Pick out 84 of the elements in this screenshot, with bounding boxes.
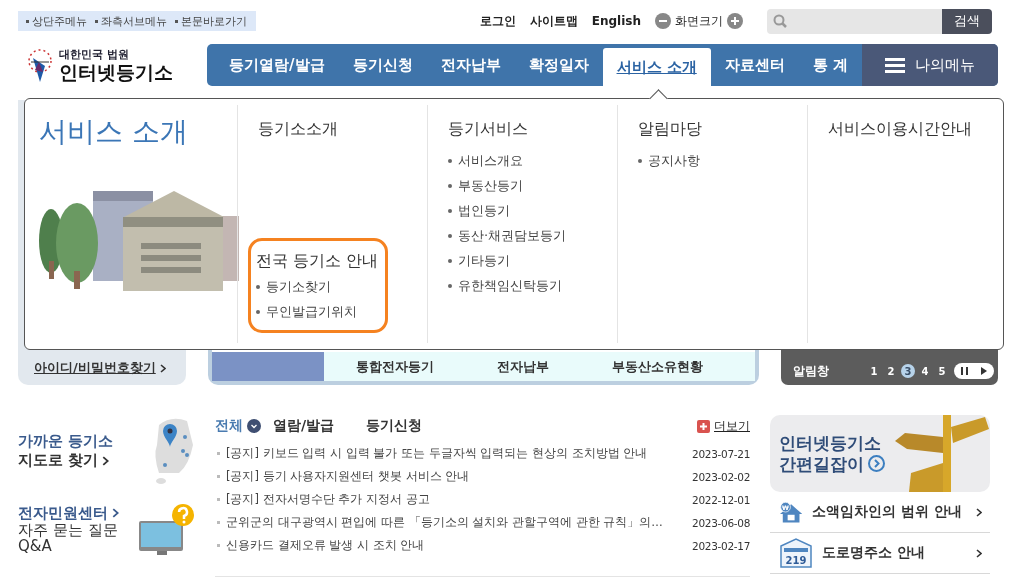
guide-link[interactable]: 219 도로명주소 안내 — [770, 533, 990, 574]
nav-tab[interactable]: 등기신청 — [338, 44, 427, 86]
notice-link[interactable]: [공지] 등기 사용자지원센터 챗봇 서비스 안내 — [217, 469, 692, 484]
menu-heading[interactable]: 등기서비스 — [448, 119, 617, 140]
menu-heading[interactable]: 등기소소개 — [258, 119, 427, 140]
chevron-right-icon — [976, 507, 982, 517]
news-tab[interactable]: 등기신청 — [366, 417, 423, 435]
search-icon — [773, 14, 787, 28]
zoom-label: 화면크기 — [675, 12, 723, 30]
zoom-out-button[interactable] — [655, 13, 671, 29]
chevron-circle-icon — [868, 454, 885, 472]
plus-icon — [731, 17, 739, 25]
notice-date: 2023-02-02 — [692, 470, 750, 483]
notice-date: 2022-12-01 — [692, 493, 750, 506]
pause-icon — [960, 367, 968, 375]
more-link[interactable]: 더보기 — [697, 417, 750, 435]
nav-tab[interactable]: 서비스 소개 — [602, 48, 711, 86]
page-button[interactable]: 3 — [901, 364, 915, 378]
shortcut-link[interactable]: 전자납부 — [496, 357, 549, 376]
search-button[interactable]: 검색 — [942, 8, 992, 34]
logo-title[interactable]: 인터넷등기소 — [59, 62, 173, 83]
menu-heading[interactable]: 서비스이용시간안내 — [828, 119, 997, 140]
menu-item[interactable]: 부동산등기 — [448, 173, 617, 198]
side-link-extra[interactable]: Q&A — [18, 538, 119, 555]
menu-heading[interactable]: 전국 등기소 안내 — [256, 251, 385, 272]
menu-item[interactable]: 서비스개요 — [448, 148, 617, 173]
nav-tab[interactable]: 전자납부 — [426, 44, 515, 86]
chevron-right-icon — [112, 508, 119, 519]
nav-tab[interactable]: 확정일자 — [514, 44, 603, 86]
help-monitor-icon[interactable] — [139, 503, 195, 555]
menu-icon — [885, 57, 905, 73]
notice-link[interactable]: [공지] 전자서명수단 추가 지정서 공고 — [217, 492, 692, 507]
my-menu-button[interactable]: 나의메뉴 — [862, 44, 998, 86]
side-link[interactable]: 지도로 찾기 — [18, 451, 114, 470]
chevron-right-icon — [976, 548, 982, 558]
news-tab[interactable]: 열람/발급 — [273, 417, 335, 435]
notice-link[interactable]: 신용카드 결제오류 발생 시 조치 안내 — [217, 538, 692, 553]
side-link-title[interactable]: 가까운 등기소 — [18, 432, 114, 451]
shortcut-link[interactable]: 부동산소유현황 — [612, 357, 704, 376]
utility-link[interactable]: English — [591, 14, 641, 28]
chevron-down-icon — [247, 419, 261, 433]
search-field[interactable] — [767, 8, 942, 34]
news-tab[interactable]: 전체 — [215, 417, 261, 435]
menu-item[interactable]: 유한책임신탁등기 — [448, 273, 617, 298]
plus-icon — [697, 419, 710, 433]
menu-heading[interactable]: 알림마당 — [638, 119, 807, 140]
nav-tab[interactable]: 자료센터 — [710, 44, 799, 86]
court-emblem-icon[interactable] — [25, 48, 55, 82]
chevron-right-icon — [159, 363, 166, 373]
side-link[interactable]: 자주 묻는 질문 — [18, 522, 119, 539]
find-id-link[interactable]: 아이디/비밀번호찾기 — [34, 359, 166, 377]
page-button[interactable]: 1 — [867, 364, 881, 378]
play-icon — [981, 367, 987, 375]
side-link-title[interactable]: 전자민원센터 — [18, 503, 119, 523]
logo-subtitle: 대한민국 법원 — [59, 47, 130, 63]
skip-link[interactable]: 상단주메뉴 — [26, 13, 87, 29]
notice-date: 2023-06-08 — [692, 516, 750, 529]
menu-item[interactable]: 등기소찾기 — [256, 274, 385, 299]
notice-link[interactable]: 군위군의 대구광역시 편입에 따른 「등기소의 설치와 관할구역에 관한 규칙」의… — [217, 515, 692, 530]
zoom-in-button[interactable] — [727, 13, 743, 29]
notice-bar-label: 알림창 — [792, 362, 829, 380]
page-button[interactable]: 5 — [935, 364, 949, 378]
skip-link[interactable]: 본문바로가기 — [175, 13, 247, 29]
notice-date: 2023-02-17 — [692, 539, 750, 552]
menu-item[interactable]: 공지사항 — [638, 148, 807, 173]
menu-item[interactable]: 법인등기 — [448, 198, 617, 223]
skip-link[interactable]: 좌측서브메뉴 — [95, 13, 167, 29]
notice-date: 2023-07-21 — [692, 447, 750, 460]
notice-link[interactable]: [공지] 키보드 입력 시 입력 불가 또는 두글자씩 입력되는 현상의 조치방법 안내 — [217, 446, 692, 461]
shortcut-link[interactable]: 통합전자등기 — [355, 357, 434, 376]
chevron-right-icon — [102, 455, 110, 466]
minus-icon — [659, 20, 667, 22]
menu-item[interactable]: 기타등기 — [448, 248, 617, 273]
menu-item[interactable]: 무인발급기위치 — [256, 299, 385, 324]
nav-tab[interactable]: 통 계 — [798, 44, 862, 86]
utility-link[interactable]: 사이트맵 — [529, 12, 578, 30]
page-button[interactable]: 2 — [884, 364, 898, 378]
menu-item[interactable]: 동산·채권담보등기 — [448, 223, 617, 248]
guide-banner[interactable]: 인터넷등기소 간편길잡이 — [770, 415, 990, 492]
utility-link[interactable]: 로그인 — [479, 12, 516, 30]
page-button[interactable]: 4 — [918, 364, 932, 378]
address-plate-icon: 219 — [780, 538, 812, 568]
nav-tab[interactable]: 등기열람/발급 — [215, 44, 339, 86]
dropdown-title: 서비스 소개 — [39, 114, 189, 150]
